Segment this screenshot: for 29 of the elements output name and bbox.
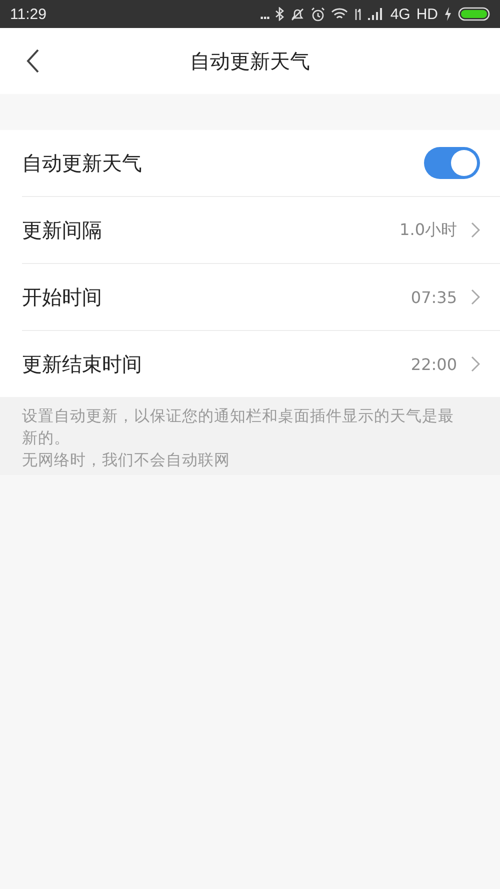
hd-indicator: HD <box>416 6 438 22</box>
setting-label: 更新结束时间 <box>22 350 142 378</box>
setting-value: 07:35 <box>410 288 457 306</box>
setting-value: 22:00 <box>410 354 457 374</box>
toggle-switch[interactable] <box>424 147 480 179</box>
note-text: 无网络时，我们不会自动联网 <box>22 450 231 471</box>
chevron-right-icon <box>471 356 480 372</box>
clock-time: 11:29 <box>10 6 46 22</box>
chevron-right-icon <box>471 289 480 305</box>
data-arrows-icon <box>354 8 362 20</box>
network-type: 4G <box>390 6 410 22</box>
note-text: 设置自动更新，以保证您的通知栏和桌面插件显示的天气是最新的。 <box>22 406 455 449</box>
page-title: 自动更新天气 <box>190 48 310 74</box>
alarm-clock-icon <box>311 6 326 22</box>
setting-row[interactable]: 更新结束时间 22:00 <box>22 331 500 397</box>
wifi-icon <box>331 8 348 20</box>
battery-icon <box>458 7 490 21</box>
setting-label: 更新间隔 <box>22 216 102 244</box>
muted-bell-icon <box>290 6 306 22</box>
chevron-right-icon <box>471 222 480 238</box>
setting-row[interactable]: 更新间隔 1.0小时 <box>22 197 500 264</box>
more-notifications: ... <box>260 6 270 22</box>
setting-value: 1.0小时 <box>400 220 457 240</box>
setting-row[interactable]: 开始时间 07:35 <box>22 264 500 331</box>
bluetooth-icon <box>275 7 284 21</box>
setting-label: 自动更新天气 <box>22 150 142 176</box>
setting-label: 开始时间 <box>22 284 102 310</box>
charging-bolt-icon <box>444 7 452 21</box>
signal-icon <box>368 8 384 20</box>
